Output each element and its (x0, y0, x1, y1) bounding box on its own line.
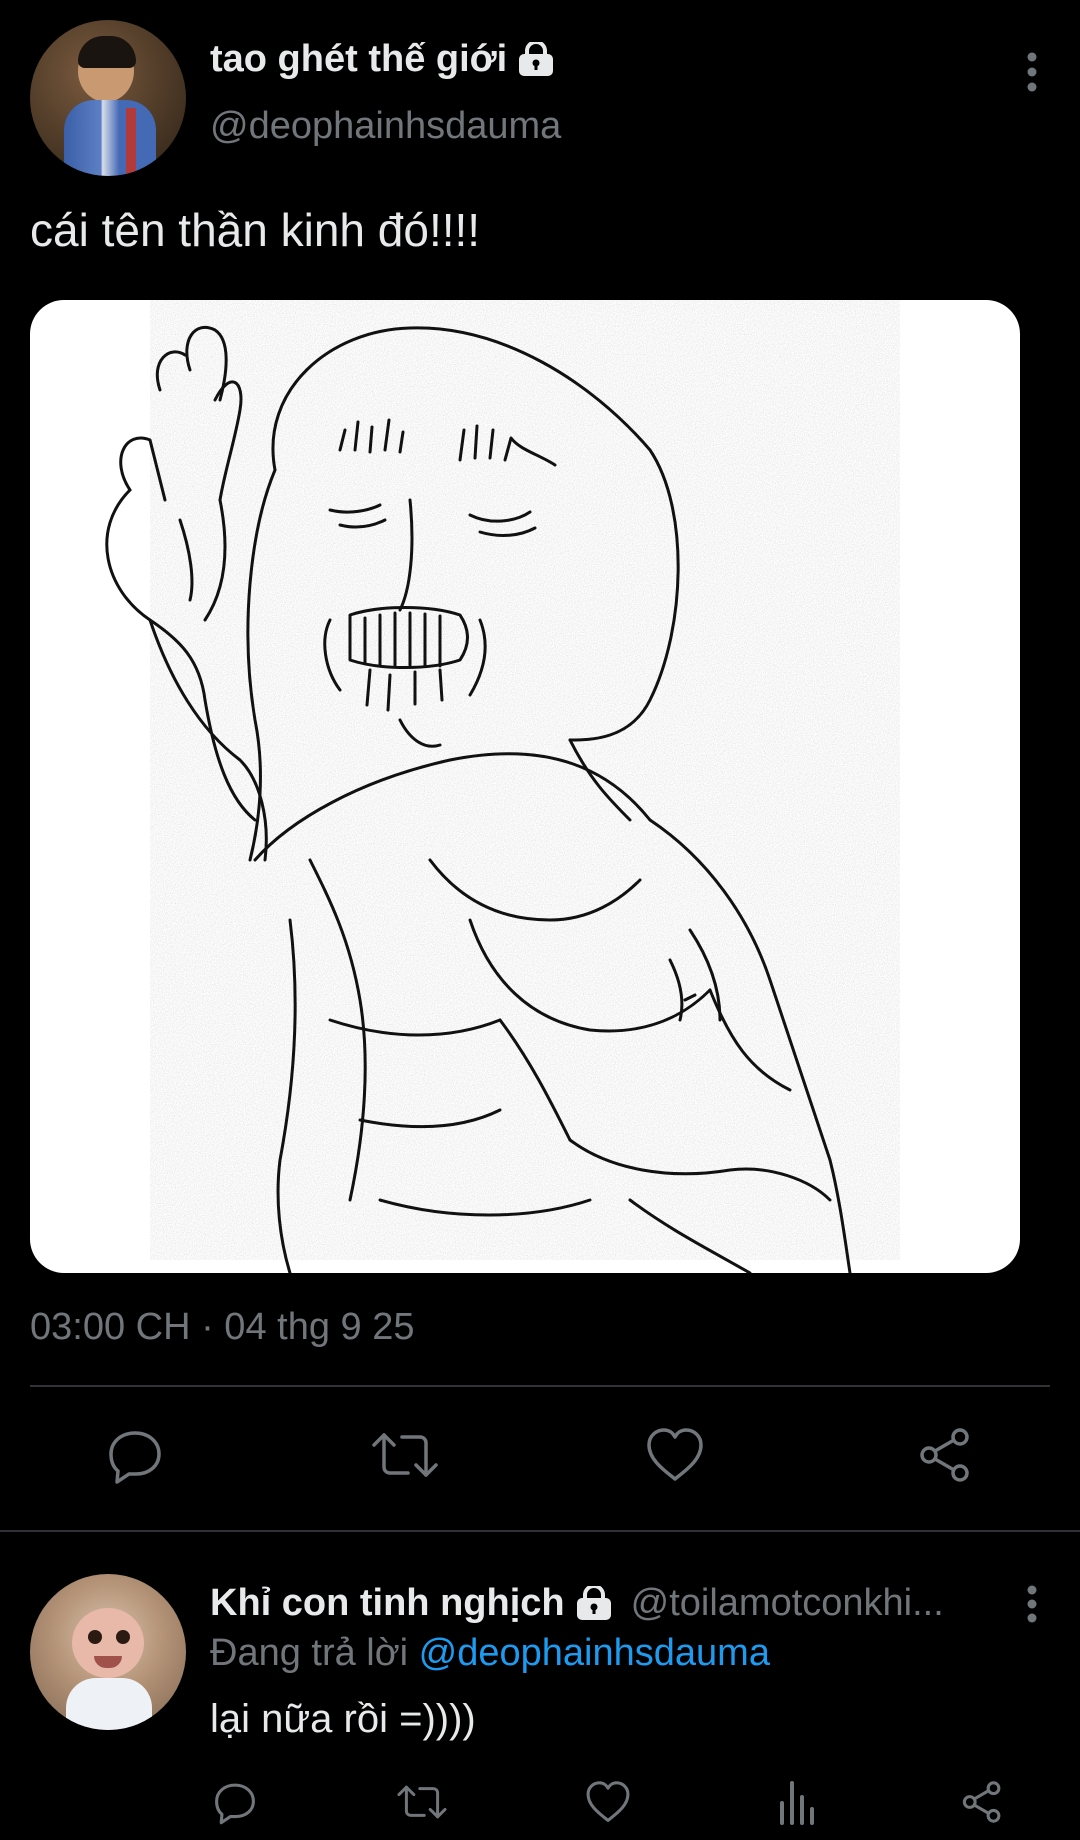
reply-author-handle: @toilamotconkhi... (630, 1582, 944, 1624)
author-handle[interactable]: @deophainhsdauma (210, 105, 561, 148)
avatar-photo-stripe (126, 108, 136, 176)
divider (30, 1385, 1050, 1387)
lock-icon (517, 41, 555, 78)
reply-action-bar (0, 1772, 1080, 1832)
avatar-photo-shirt (64, 100, 156, 176)
tweet-media-image[interactable] (30, 300, 1020, 1273)
meme-drawing (105, 300, 900, 1273)
more-vertical-icon[interactable] (1022, 50, 1042, 94)
replying-to-line: Đang trả lời @deophainhsdauma (210, 1632, 770, 1675)
tweet-text: cái tên thần kinh đó!!!! (30, 204, 481, 256)
tweet-timestamp[interactable]: 03:00 CH · 04 thg 9 25 (30, 1306, 414, 1349)
avatar-photo-eye (88, 1630, 102, 1644)
heart-icon[interactable] (578, 1772, 638, 1832)
more-vertical-icon[interactable] (1022, 1584, 1042, 1624)
author-avatar[interactable] (30, 20, 186, 176)
avatar-photo-eye (116, 1630, 130, 1644)
analytics-icon[interactable] (766, 1772, 826, 1832)
tweet-action-bar (0, 1420, 1080, 1500)
reply-icon[interactable] (100, 1420, 170, 1490)
reply-author-avatar[interactable] (30, 1574, 186, 1730)
share-icon[interactable] (952, 1772, 1012, 1832)
retweet-icon[interactable] (392, 1772, 452, 1832)
lock-icon (575, 1585, 613, 1622)
reply-icon[interactable] (205, 1772, 265, 1832)
share-icon[interactable] (910, 1420, 980, 1490)
reply-text: lại nữa rồi =)))) (210, 1697, 476, 1741)
reply-author-name: Khỉ con tinh nghịch (210, 1582, 565, 1624)
heart-icon[interactable] (640, 1420, 710, 1490)
replying-to-mention[interactable]: @deophainhsdauma (419, 1632, 770, 1674)
retweet-icon[interactable] (370, 1420, 440, 1490)
divider (0, 1530, 1080, 1532)
reply-author-line[interactable]: Khỉ con tinh nghịch @toilamotconkhi... (210, 1582, 944, 1625)
author-display-name[interactable]: tao ghét thế giới (210, 38, 555, 81)
avatar-photo-hair (78, 36, 136, 68)
author-name-text: tao ghét thế giới (210, 38, 508, 80)
replying-to-prefix: Đang trả lời (210, 1632, 409, 1674)
avatar-photo-body (66, 1678, 152, 1730)
